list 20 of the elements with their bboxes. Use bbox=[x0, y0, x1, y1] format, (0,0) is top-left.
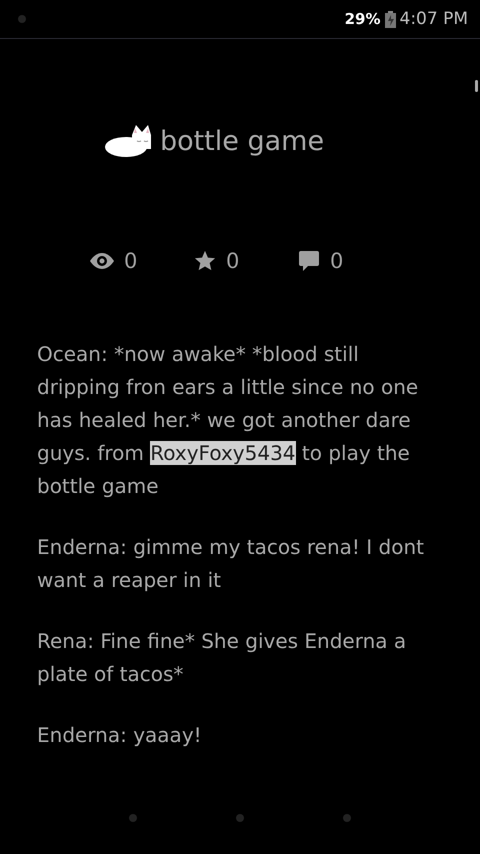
comment-icon bbox=[298, 250, 320, 272]
dot-icon bbox=[342, 814, 351, 822]
story-paragraph: Rena: Fine fine* She gives Enderna a plate of tacos* bbox=[37, 628, 408, 688]
story-paragraph: Enderna: gimme my tacos rena! I dont want a reaper in it bbox=[37, 534, 425, 594]
stat-count: 0 bbox=[226, 249, 240, 273]
star-icon bbox=[194, 250, 216, 272]
dot-icon bbox=[129, 814, 138, 822]
dot-icon bbox=[18, 15, 26, 23]
battery-charging-icon bbox=[384, 10, 396, 28]
clock-time: 4:07 PM bbox=[400, 9, 468, 29]
battery-percent: 29% bbox=[344, 10, 380, 28]
sleeping-cat-icon bbox=[104, 125, 154, 157]
story-title: bottle game bbox=[160, 126, 324, 156]
stat-count: 0 bbox=[330, 249, 344, 273]
story-paragraph: Enderna: yaaay! bbox=[37, 722, 203, 749]
stat-count: 0 bbox=[124, 249, 138, 273]
dot-icon bbox=[236, 814, 244, 822]
eye-icon bbox=[90, 253, 114, 269]
story-paragraph: Ocean: *now awake* *blood still dripping fron ears a little since no one has healed her.* we got another dare guys. from RoxyFoxy5434 to play the bottle game bbox=[37, 341, 420, 500]
scroll-indicator bbox=[475, 80, 478, 92]
